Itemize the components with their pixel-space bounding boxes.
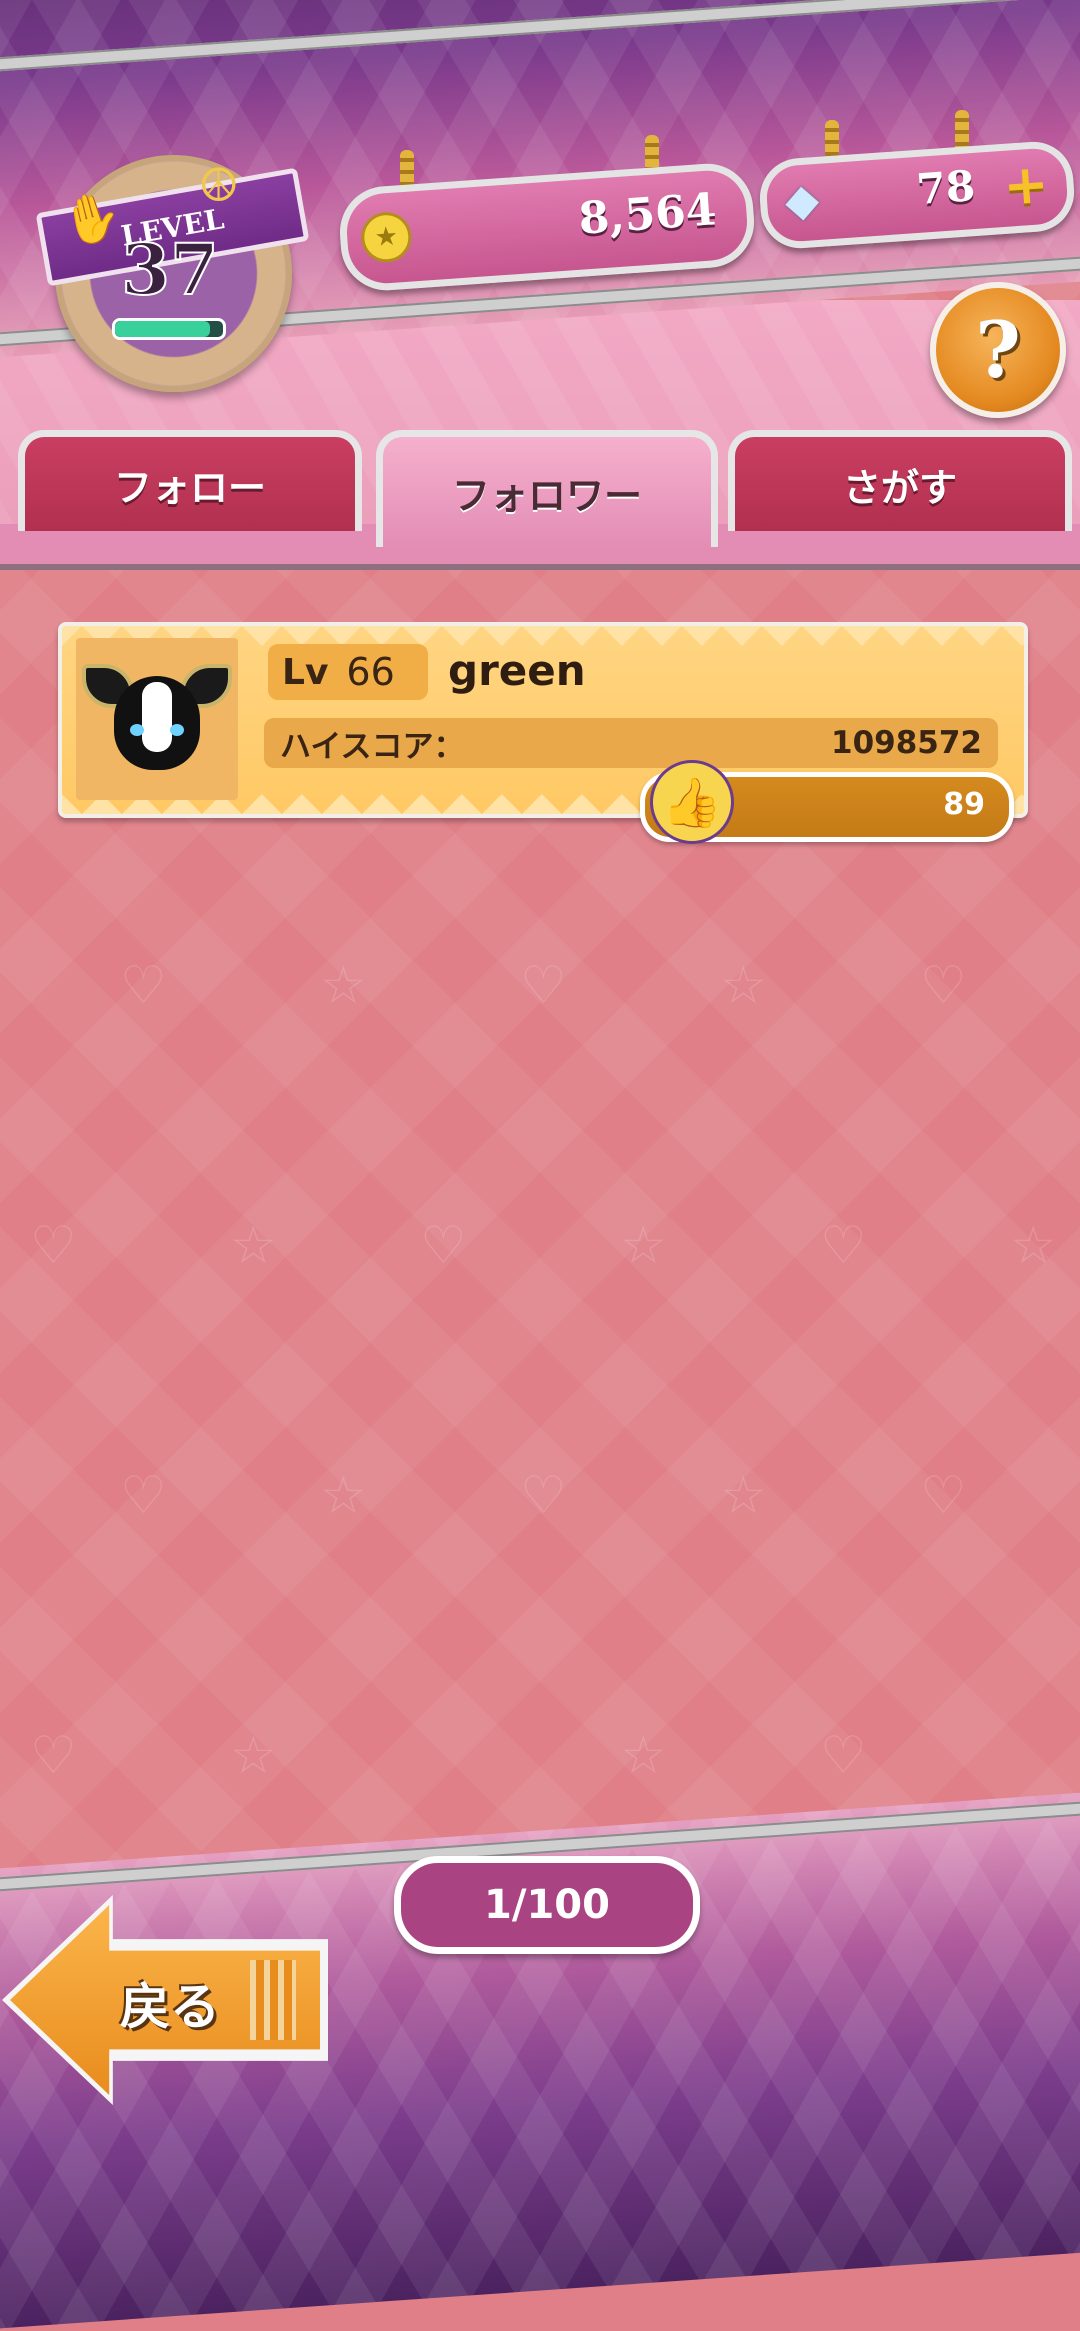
heart-deco-icon: ♡ <box>920 956 967 1016</box>
heart-deco-icon: ♡ <box>120 1466 167 1526</box>
avatar-blaze <box>142 682 172 752</box>
player-level: Lv 66 <box>268 644 428 700</box>
coin-value: 8,564 <box>576 184 718 245</box>
tab-follow-label: フォロー <box>113 465 266 510</box>
tab-search[interactable]: さがす <box>728 430 1072 531</box>
thumbs-up-icon[interactable]: 👍 <box>650 760 734 844</box>
star-deco-icon: ☆ <box>320 956 367 1016</box>
coin-icon: ★ <box>359 210 414 264</box>
diamond-icon: ◆ <box>783 173 821 228</box>
heart-deco-icon: ♡ <box>420 1216 467 1276</box>
peace-icon: ☮ <box>198 158 240 212</box>
star-deco-icon: ☆ <box>230 1216 277 1276</box>
heart-deco-icon: ♡ <box>120 956 167 1016</box>
heart-deco-icon: ♡ <box>920 1466 967 1526</box>
level-number: 37 <box>120 227 219 312</box>
level-prefix: Lv <box>282 651 329 693</box>
level-progress-bar <box>112 318 226 340</box>
star-deco-icon: ☆ <box>620 1726 667 1786</box>
high-score-bar: ハイスコア： 1098572 <box>264 718 998 768</box>
heart-deco-icon: ♡ <box>820 1216 867 1276</box>
level-value: 66 <box>346 650 395 694</box>
help-button[interactable]: ? <box>930 282 1066 418</box>
star-deco-icon: ☆ <box>320 1466 367 1526</box>
back-arrow-stripes <box>250 1960 296 2040</box>
star-deco-icon: ☆ <box>720 1466 767 1526</box>
gem-value: 78 <box>914 160 977 214</box>
star-deco-icon: ☆ <box>1010 1216 1057 1276</box>
level-progress-fill <box>115 321 211 337</box>
high-score-label: ハイスコア： <box>280 728 465 765</box>
heart-deco-icon: ♡ <box>30 1216 77 1276</box>
back-button-label: 戻る <box>120 1978 220 2036</box>
avatar-eye <box>130 724 144 736</box>
heart-deco-icon: ♡ <box>820 1726 867 1786</box>
star-deco-icon: ☆ <box>720 956 767 1016</box>
avatar <box>76 638 238 800</box>
add-gems-button[interactable]: + <box>1001 152 1051 218</box>
page-indicator: 1/100 <box>394 1856 700 1954</box>
back-button[interactable]: 戻る <box>2 1895 328 2105</box>
star-deco-icon: ☆ <box>620 1216 667 1276</box>
dog-face-icon <box>114 676 200 770</box>
question-icon: ? <box>975 304 1021 396</box>
high-score-value: 1098572 <box>831 725 982 761</box>
player-name: green <box>448 646 586 695</box>
star-deco-icon: ☆ <box>230 1726 277 1786</box>
avatar-eye <box>170 724 184 736</box>
tab-followers-label: フォロワー <box>451 473 642 518</box>
tab-follow[interactable]: フォロー <box>18 430 362 531</box>
tab-followers[interactable]: フォロワー <box>376 430 718 547</box>
tab-search-label: さがす <box>842 465 957 510</box>
heart-deco-icon: ♡ <box>520 956 567 1016</box>
page-indicator-text: 1/100 <box>484 1882 610 1928</box>
heart-deco-icon: ♡ <box>520 1466 567 1526</box>
like-count: 89 <box>943 787 985 822</box>
heart-deco-icon: ♡ <box>30 1726 77 1786</box>
